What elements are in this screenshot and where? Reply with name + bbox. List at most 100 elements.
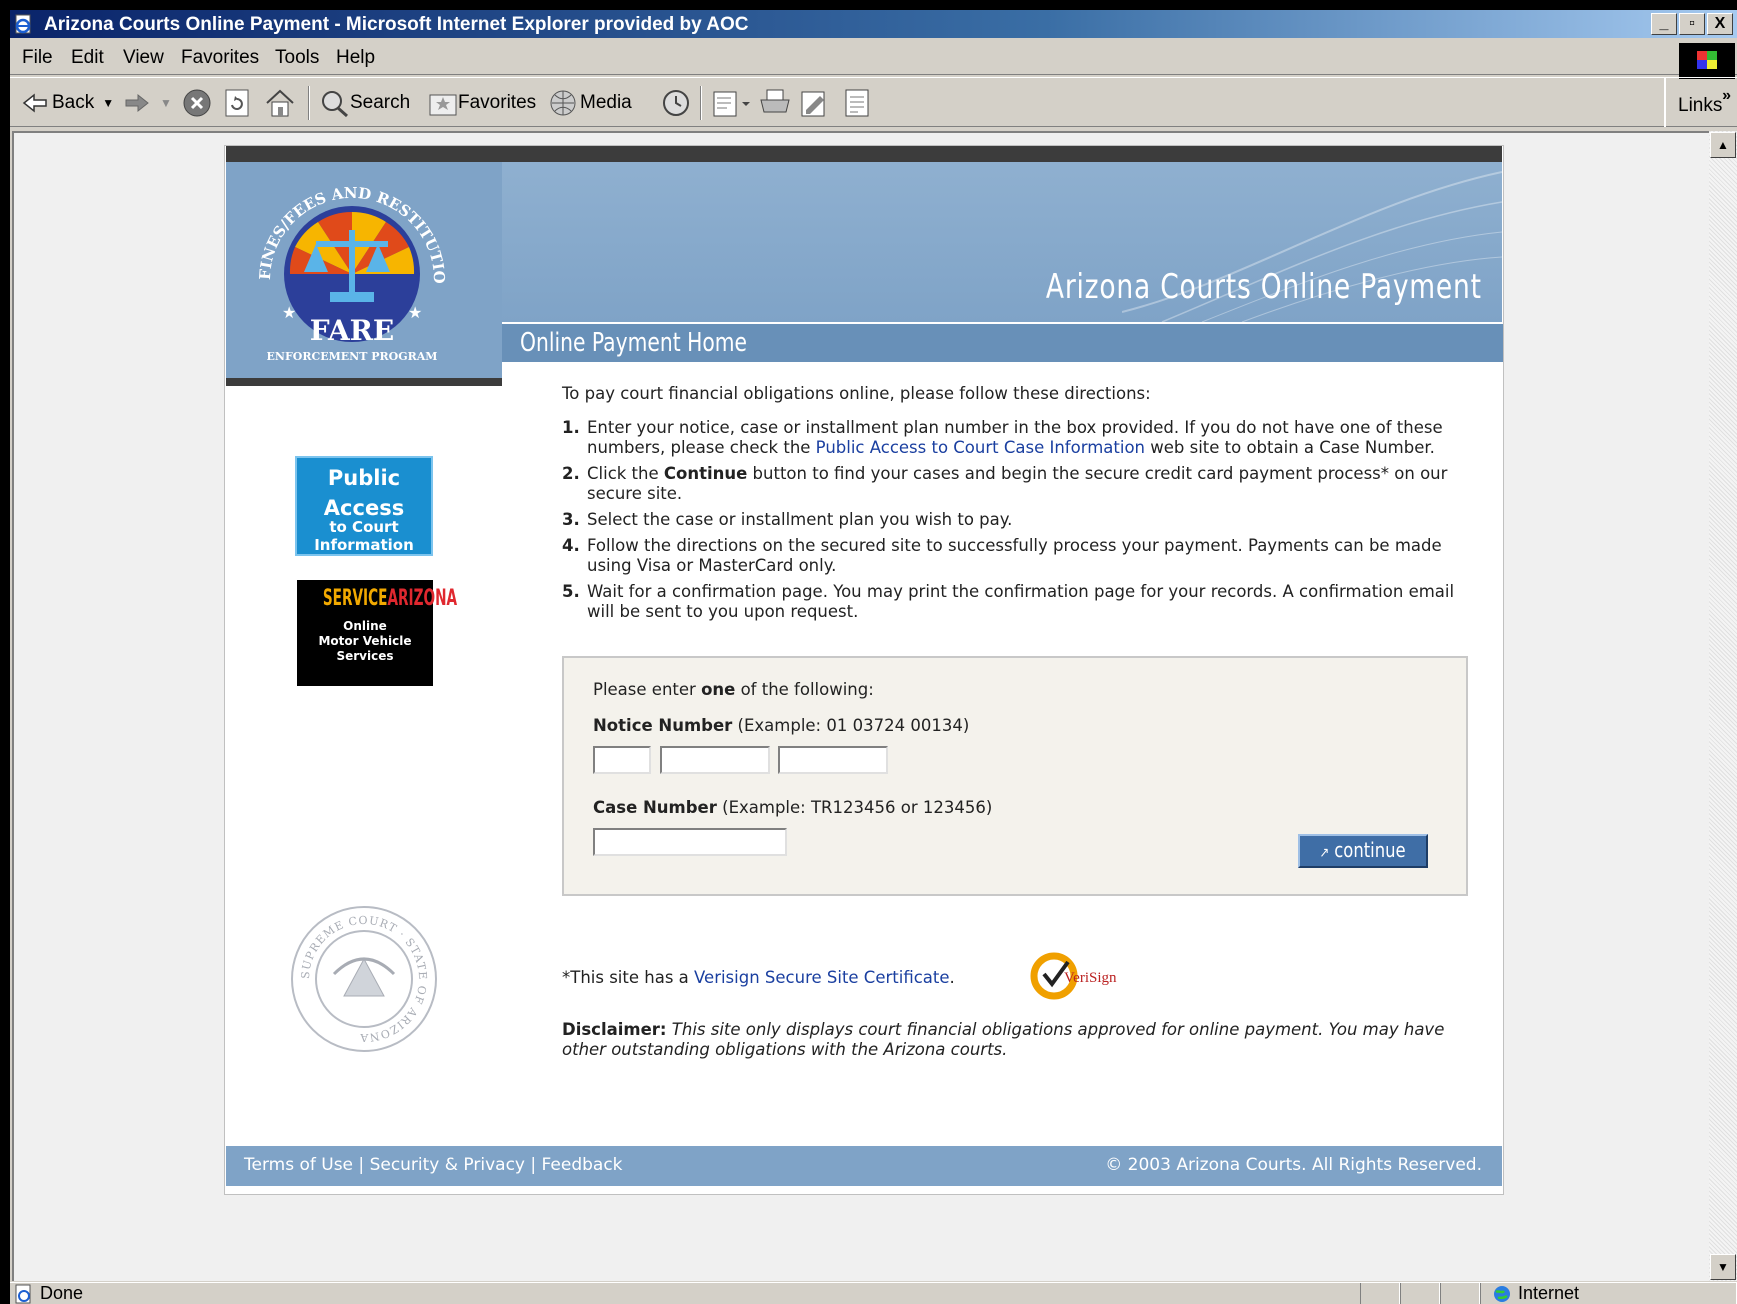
security-privacy-link[interactable]: Security & Privacy [370,1155,525,1175]
toolbar: Back ▼ ▼ Search Favorites Media [10,77,1737,127]
links-label: Links [1678,95,1723,116]
media-label: Media [580,92,632,113]
minimize-button[interactable]: _ [1651,13,1677,35]
menu-view[interactable]: View [123,47,164,69]
menu-edit[interactable]: Edit [71,47,104,69]
intro-text: To pay court financial obligations onlin… [562,384,1151,403]
links-toolbar[interactable]: Links » [1664,77,1737,127]
fare-logo: FINES/FEES AND RESTITUTION ★ ★ FARE ENFO… [219,148,448,363]
copyright: © 2003 Arizona Courts. All Rights Reserv… [1105,1155,1482,1175]
mail-icon [713,91,750,117]
back-arrow-icon [22,93,47,113]
step-4: 4. Follow the directions on the secured s… [562,536,1442,575]
browser-viewport: Arizona Courts Online Payment FINES/FEES… [12,131,1709,1281]
title-bar: Arizona Courts Online Payment - Microsof… [10,10,1737,38]
menu-favorites[interactable]: Favorites [181,47,259,69]
home-button[interactable] [264,88,296,118]
menu-tools[interactable]: Tools [275,47,319,69]
scroll-down-button[interactable]: ▼ [1710,1254,1736,1280]
menu-help[interactable]: Help [336,47,375,69]
back-button[interactable]: Back ▼ [22,88,114,118]
edit-icon [801,91,825,117]
step-1: 1. Enter your notice, case or installment… [562,418,1443,457]
number-entry-form: Please enter one of the following: Notic… [562,656,1468,896]
service-arizona-brand: SERVICEARIZONA [322,586,458,611]
edit-button[interactable] [800,88,832,118]
supreme-court-seal: SUPREME COURT · STATE OF ARIZONA [291,906,437,1052]
menu-bar: File Edit View Favorites Tools Help [10,39,1737,75]
page-done-icon [15,1284,31,1304]
section-header: Online Payment Home [502,322,1503,362]
media-icon [550,90,576,116]
forward-dropdown-icon: ▼ [160,96,172,110]
case-number-input[interactable] [593,828,787,856]
scroll-up-button[interactable]: ▲ [1710,132,1736,158]
history-button[interactable] [660,88,692,118]
notice-number-part3-input[interactable] [778,746,888,774]
page-top-strip [226,146,1502,162]
home-icon [266,89,294,117]
refresh-button[interactable] [224,88,250,118]
back-dropdown-icon: ▼ [102,96,115,110]
maximize-button[interactable]: ▫ [1679,13,1705,35]
favorites-label: Favorites [458,92,537,113]
disclaimer: Disclaimer: This site only displays cour… [562,1020,1445,1059]
refresh-icon [225,89,249,117]
steps-list: 1. Enter your notice, case or installment… [562,418,1462,628]
public-access-link[interactable]: Public Access to Court Case Information [816,438,1145,457]
certificate-notice: *This site has a Verisign Secure Site Ce… [562,968,955,987]
page-footer: Terms of Use | Security & Privacy | Feed… [226,1146,1502,1186]
web-page: Arizona Courts Online Payment FINES/FEES… [219,145,1504,1195]
site-title: Arizona Courts Online Payment [1046,267,1482,307]
search-label: Search [350,92,411,113]
history-icon [663,90,689,116]
notice-number-part2-input[interactable] [660,746,770,774]
mail-button[interactable] [712,88,752,118]
stop-button[interactable] [182,88,212,118]
terms-of-use-link[interactable]: Terms of Use [244,1155,353,1175]
step-2: 2. Click the Continue button to find your… [562,464,1448,503]
media-button[interactable]: Media [546,88,632,118]
discuss-icon [845,89,869,117]
footer-links: Terms of Use | Security & Privacy | Feed… [244,1155,623,1175]
step-3: 3. Select the case or installment plan yo… [562,510,1013,529]
browser-window: Arizona Courts Online Payment - Microsof… [10,10,1737,1304]
notice-number-part1-input[interactable] [593,746,651,774]
search-icon [322,91,348,118]
security-zone: Internet [1518,1283,1580,1303]
svg-text:★: ★ [408,305,422,322]
forward-arrow-icon [125,93,149,113]
fare-logo-panel: FINES/FEES AND RESTITUTION ★ ★ FARE ENFO… [219,148,502,386]
verisign-certificate-link[interactable]: Verisign Secure Site Certificate [694,968,949,987]
vertical-scrollbar[interactable]: ▲ ▼ [1709,131,1737,1281]
back-label: Back [52,92,95,113]
public-access-link-button[interactable]: Public Access to Court Information [295,456,433,556]
internet-globe-icon [1494,1286,1510,1302]
feedback-link[interactable]: Feedback [542,1155,623,1175]
verisign-badge[interactable]: VeriSign [1028,948,1128,1004]
print-icon [760,89,790,113]
forward-button[interactable]: ▼ [124,88,172,118]
svg-text:★: ★ [282,305,296,322]
close-button[interactable]: X [1707,13,1733,35]
step-5: 5. Wait for a confirmation page. You may … [562,582,1455,621]
favorites-button[interactable]: Favorites [428,88,536,118]
window-controls: _ ▫ X [1651,13,1733,35]
stop-icon [183,89,211,117]
search-button[interactable]: Search [318,88,410,118]
favorites-star-icon [429,94,457,116]
windows-logo [1679,43,1735,79]
menu-file[interactable]: File [22,47,53,69]
section-title: Online Payment Home [520,328,747,358]
continue-button[interactable]: ↗ continue [1298,834,1428,868]
arrow-icon: ↗ [1319,845,1330,861]
status-text: Done [40,1283,84,1303]
service-arizona-link-button[interactable]: SERVICEARIZONA Online Motor Vehicle Serv… [297,580,458,686]
logo-name: FARE [310,314,395,347]
chevron-right-icon: » [1722,87,1731,104]
notice-number-label: Notice Number (Example: 01 03724 00134) [593,716,970,735]
discuss-button[interactable] [842,88,872,118]
window-title: Arizona Courts Online Payment - Microsof… [44,14,749,35]
form-prompt: Please enter one of the following: [593,680,874,699]
print-button[interactable] [758,88,792,118]
